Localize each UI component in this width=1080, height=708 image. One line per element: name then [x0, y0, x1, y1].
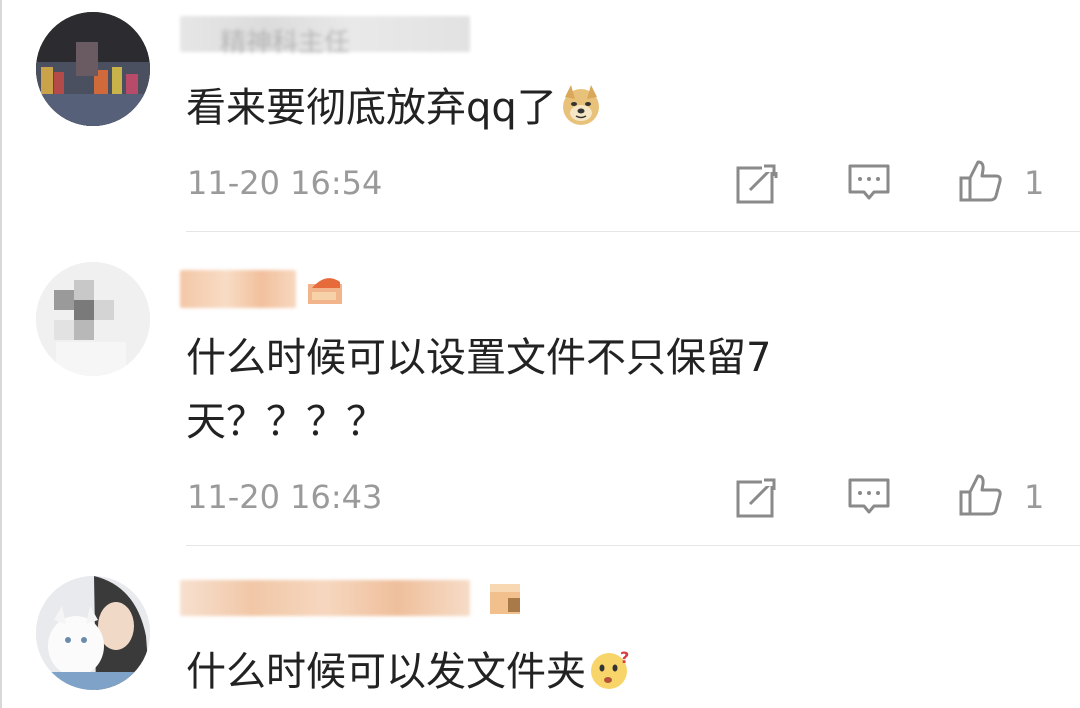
thinking-emoji: ? [591, 648, 629, 689]
avatar[interactable] [36, 576, 150, 690]
comment-text-line: 天？？？？ [186, 399, 386, 445]
like-count: 1 [1024, 478, 1045, 516]
comment-text-content: 看来要彻底放弃qq了 [186, 85, 557, 131]
comment-item: 什么时候可以设置文件不只保留7 天？？？？ 11-20 16:43 1 [0, 232, 1080, 546]
doge-emoji [562, 85, 599, 125]
share-icon[interactable] [734, 474, 780, 520]
comment-text-content: 什么时候可以发文件夹 [186, 649, 586, 695]
avatar[interactable] [36, 262, 150, 376]
comment-item: 什么时候可以发文件夹 ? [0, 546, 1080, 708]
avatar[interactable] [36, 12, 150, 126]
comment-text: 看来要彻底放弃qq了 [186, 76, 603, 140]
svg-text:?: ? [620, 648, 629, 667]
comment-text: 什么时候可以设置文件不只保留7 天？？？？ [186, 326, 771, 454]
username[interactable]: 精神科主任 [180, 16, 470, 58]
user-badge-icon [490, 584, 520, 614]
thumbs-up-icon[interactable] [958, 158, 1004, 204]
comment-text-line: 什么时候可以设置文件不只保留7 [186, 335, 772, 381]
thumbs-up-icon[interactable] [958, 472, 1004, 518]
comment-text: 什么时候可以发文件夹 ? [186, 640, 632, 704]
comment-icon[interactable] [846, 474, 892, 520]
user-badge-icon [308, 278, 342, 304]
comment-icon[interactable] [846, 160, 892, 206]
comment-time: 11-20 16:54 [187, 164, 383, 202]
comment-time: 11-20 16:43 [187, 478, 383, 516]
comment-item: 精神科主任 看来要彻底放弃qq了 11-20 16:54 1 [0, 0, 1080, 232]
username[interactable] [180, 580, 470, 616]
username[interactable] [180, 270, 296, 308]
share-icon[interactable] [734, 160, 780, 206]
like-count: 1 [1024, 164, 1045, 202]
